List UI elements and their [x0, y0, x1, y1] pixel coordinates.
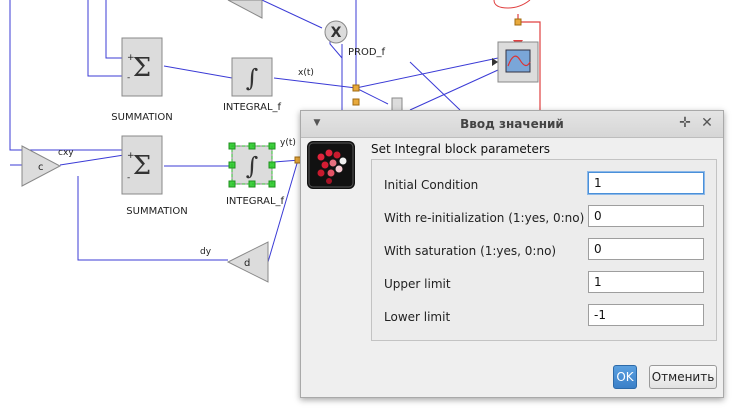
dialog-titlebar[interactable]: ▼ Ввод значений ✛ ✕ [301, 111, 723, 138]
svg-text:Σ: Σ [133, 151, 151, 181]
saturation-input[interactable] [588, 238, 704, 260]
link-x-scope [355, 57, 499, 89]
initial-condition-input[interactable] [588, 172, 704, 194]
prod-label: PROD_f [348, 47, 386, 58]
reinitialization-input[interactable] [588, 205, 704, 227]
param-label-initial-condition: Initial Condition [384, 178, 479, 192]
svg-text:-: - [127, 73, 130, 83]
dialog-header: Set Integral block parameters [371, 142, 551, 156]
lower-limit-input[interactable] [588, 304, 704, 326]
gain-top-block[interactable] [227, 0, 263, 19]
gain-d-block[interactable]: d [226, 241, 269, 283]
param-label-saturation: With saturation (1:yes, 0:no) [384, 244, 557, 258]
param-label-lower-limit: Lower limit [384, 310, 451, 324]
arrow-scope [492, 58, 498, 66]
integral-top-label: INTEGRAL_f [223, 102, 282, 113]
signal-y-label: y(t) [280, 138, 296, 148]
pin-icon[interactable]: ✛ [677, 115, 693, 131]
link-prod-in [261, 0, 323, 29]
link-left-top [9, 0, 124, 151]
svg-text:c: c [38, 162, 44, 173]
link-x-out [273, 77, 389, 105]
integral-bottom-label: INTEGRAL_f [226, 196, 285, 207]
signal-dy-label: dy [200, 247, 212, 257]
summation-top-label: SUMMATION [111, 112, 172, 123]
svg-text:Σ: Σ [133, 53, 151, 83]
link-sum-int-top [163, 65, 233, 79]
svg-text:+: + [127, 53, 135, 63]
summation-bottom-block[interactable]: Σ + - [121, 135, 163, 195]
link-feedback-a [105, 0, 124, 59]
signal-cxy-label: cxy [58, 148, 74, 158]
scilab-logo-icon [307, 141, 355, 189]
clock-block[interactable] [493, 0, 531, 9]
svg-text:X: X [331, 25, 342, 41]
close-icon[interactable]: ✕ [699, 115, 715, 131]
upper-limit-input[interactable] [588, 271, 704, 293]
parameter-dialog: ▼ Ввод значений ✛ ✕ Set Integral block p… [300, 110, 724, 398]
integral-bottom-block[interactable]: ∫ [228, 142, 276, 188]
scope-block[interactable] [497, 41, 539, 83]
link-cross [409, 61, 461, 111]
param-label-reinitialization: With re-initialization (1:yes, 0:no) [384, 211, 585, 225]
parameter-panel: Initial Condition With re-initialization… [371, 159, 717, 341]
svg-text:d: d [244, 258, 250, 269]
summation-bottom-label: SUMMATION [126, 206, 187, 217]
summation-top-block[interactable]: Σ + - [121, 37, 163, 97]
svg-text:-: - [127, 173, 130, 183]
cancel-button[interactable]: Отменить [649, 365, 717, 389]
ok-button[interactable]: OK [613, 365, 637, 389]
svg-text:∫: ∫ [246, 152, 259, 180]
svg-text:∫: ∫ [246, 64, 259, 92]
param-label-upper-limit: Upper limit [384, 277, 451, 291]
signal-x-label: x(t) [298, 68, 314, 78]
integral-top-block[interactable]: ∫ [231, 57, 273, 97]
dialog-title: Ввод значений [460, 117, 564, 131]
svg-text:+: + [127, 151, 135, 161]
prod-block[interactable]: X [324, 20, 348, 44]
gain-c-block[interactable]: c [21, 145, 62, 187]
